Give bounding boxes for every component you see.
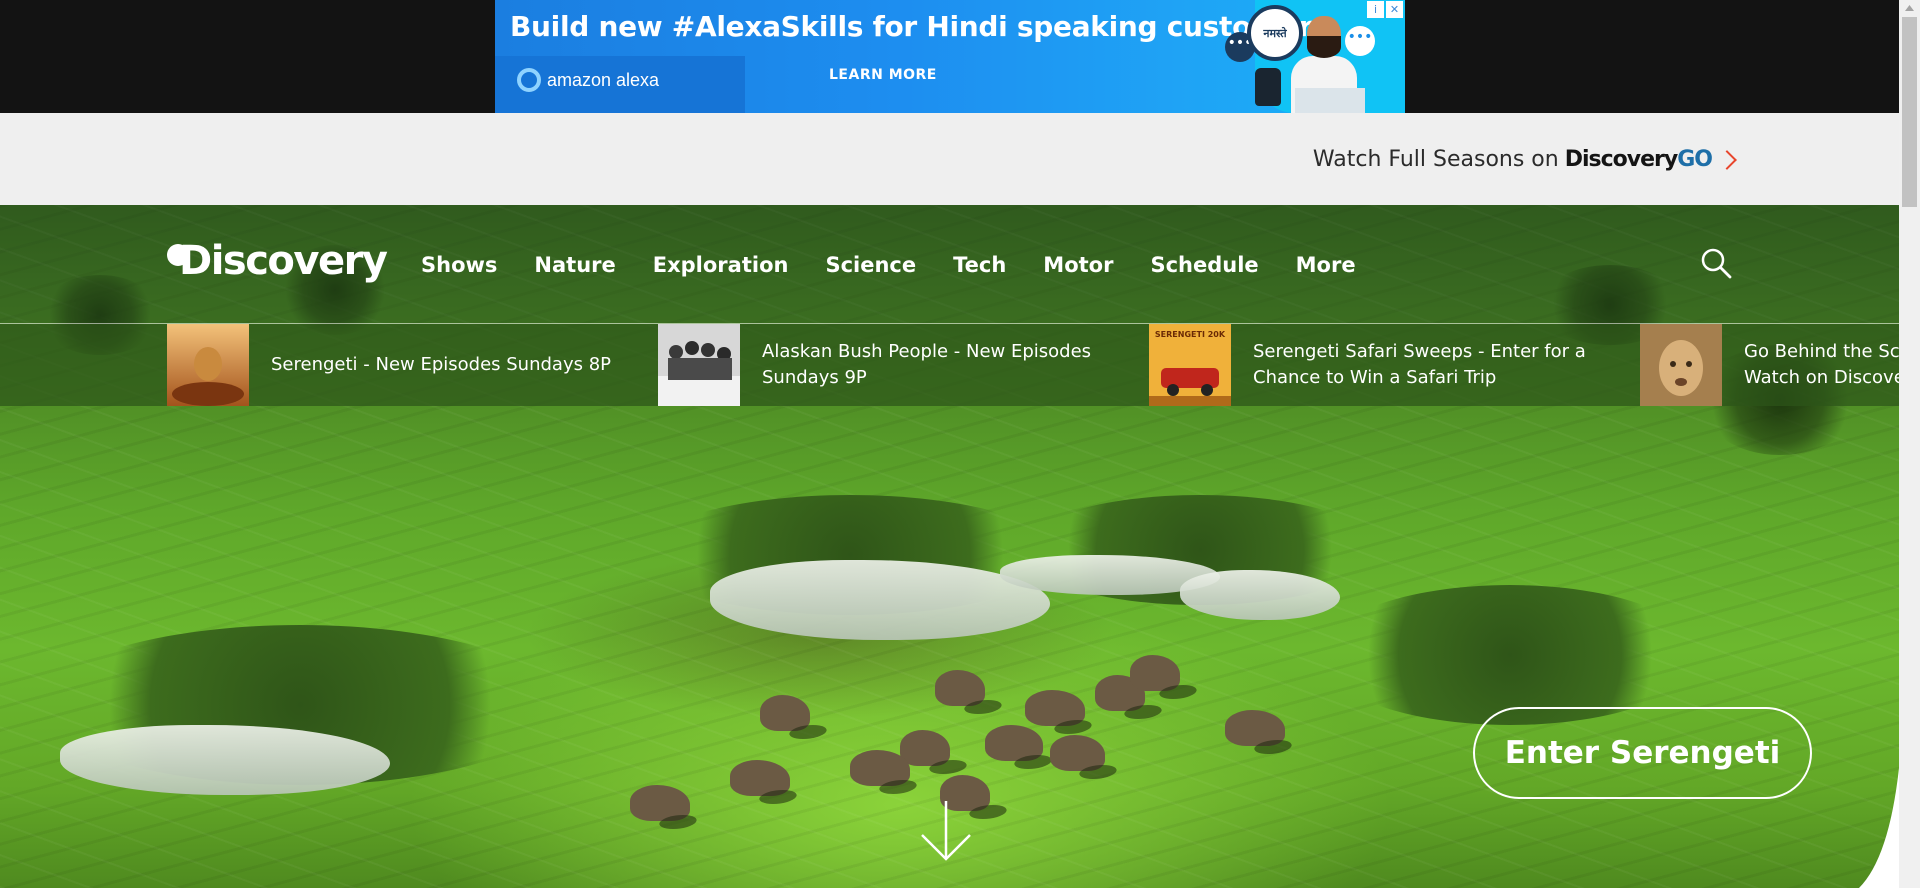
speech-bubble-icon: नमस्ते	[1247, 5, 1303, 61]
ad-close-icon[interactable]: ✕	[1386, 1, 1403, 18]
promo-title: Go Behind the Scenes of Serengeti - Watc…	[1744, 341, 1899, 388]
laptop-illustration	[1295, 88, 1365, 113]
promo-title: Serengeti Safari Sweeps - Enter for a Ch…	[1253, 341, 1586, 388]
ad-choices: i ✕	[1367, 1, 1403, 18]
promo-title: Alaskan Bush People - New Episodes Sunda…	[762, 341, 1092, 388]
elephant	[935, 670, 985, 706]
nav-schedule[interactable]: Schedule	[1150, 253, 1258, 277]
ad-headline: Build new #AlexaSkills for Hindi speakin…	[510, 10, 1329, 43]
elephant	[630, 785, 690, 821]
elephant	[850, 750, 910, 786]
scrollbar-thumb[interactable]	[1902, 17, 1917, 207]
elephant	[985, 725, 1043, 761]
alexa-ad-banner[interactable]: Build new #AlexaSkills for Hindi speakin…	[495, 0, 1405, 113]
promo-item[interactable]: Alaskan Bush People - New Episodes Sunda…	[658, 324, 1149, 406]
nav-science[interactable]: Science	[825, 253, 916, 277]
promo-item[interactable]: Serengeti - New Episodes Sundays 8P	[167, 324, 658, 406]
alaskan-family-thumbnail	[658, 324, 740, 406]
promo-item[interactable]: Go Behind the Scenes of Serengeti - Watc…	[1640, 324, 1899, 406]
promo-item[interactable]: SERENGETI 20K Serengeti Safari Sweeps - …	[1149, 324, 1640, 406]
amazon-alexa-logo: amazon alexa	[517, 68, 659, 92]
nav-tech[interactable]: Tech	[953, 253, 1006, 277]
enter-serengeti-button[interactable]: Enter Serengeti	[1473, 707, 1812, 799]
svg-text:SERENGETI 20K: SERENGETI 20K	[1155, 330, 1226, 339]
vertical-scrollbar[interactable]	[1899, 0, 1920, 888]
watch-full-seasons-bar: Watch Full Seasons on DiscoveryGO	[0, 113, 1899, 205]
hero-section: Discovery Shows Nature Exploration Scien…	[0, 205, 1899, 888]
nav-shows[interactable]: Shows	[421, 253, 497, 277]
discovery-go-link[interactable]: Watch Full Seasons on DiscoveryGO	[1312, 147, 1737, 172]
elephant	[730, 760, 790, 796]
elephant	[1130, 655, 1180, 691]
echo-device-icon	[1255, 68, 1281, 106]
search-icon[interactable]	[1700, 247, 1732, 279]
watch-text: Watch Full Seasons on	[1312, 147, 1559, 172]
chevron-right-icon	[1717, 149, 1737, 170]
nav-exploration[interactable]: Exploration	[653, 253, 789, 277]
elephant	[760, 695, 810, 731]
main-nav: Shows Nature Exploration Science Tech Mo…	[421, 253, 1393, 277]
shrub	[1320, 585, 1700, 725]
nav-more[interactable]: More	[1296, 253, 1356, 277]
top-ad-bar: Build new #AlexaSkills for Hindi speakin…	[0, 0, 1899, 113]
person-beard-illustration	[1307, 36, 1341, 58]
scroll-up-arrow-icon[interactable]	[1899, 0, 1920, 17]
lion-cub-thumbnail	[167, 324, 249, 406]
scroll-down-arrow-icon[interactable]	[918, 799, 974, 863]
ad-learn-more-button[interactable]: LEARN MORE	[829, 67, 937, 83]
discovery-go-logo: DiscoveryGO	[1564, 147, 1713, 172]
serengeti-20k-jeep-thumbnail: SERENGETI 20K	[1149, 324, 1231, 406]
page-corner-curve	[1859, 768, 1899, 888]
elephant	[1050, 735, 1105, 771]
promo-title: Serengeti - New Episodes Sundays 8P	[271, 354, 612, 375]
logo-text: Discovery	[179, 238, 388, 284]
ad-brand-label: amazon alexa	[547, 69, 660, 90]
ad-info-icon[interactable]: i	[1367, 1, 1384, 18]
speech-dots-icon: •••	[1345, 26, 1375, 56]
promo-carousel: Serengeti - New Episodes Sundays 8P Alas…	[167, 324, 1899, 406]
elephant	[1025, 690, 1085, 726]
nav-motor[interactable]: Motor	[1043, 253, 1113, 277]
elephant	[900, 730, 950, 766]
lioness-thumbnail	[1640, 324, 1722, 406]
nav-nature[interactable]: Nature	[534, 253, 615, 277]
elephant	[1225, 710, 1285, 746]
alexa-ring-icon	[517, 68, 541, 92]
discovery-logo[interactable]: Discovery	[167, 238, 388, 284]
